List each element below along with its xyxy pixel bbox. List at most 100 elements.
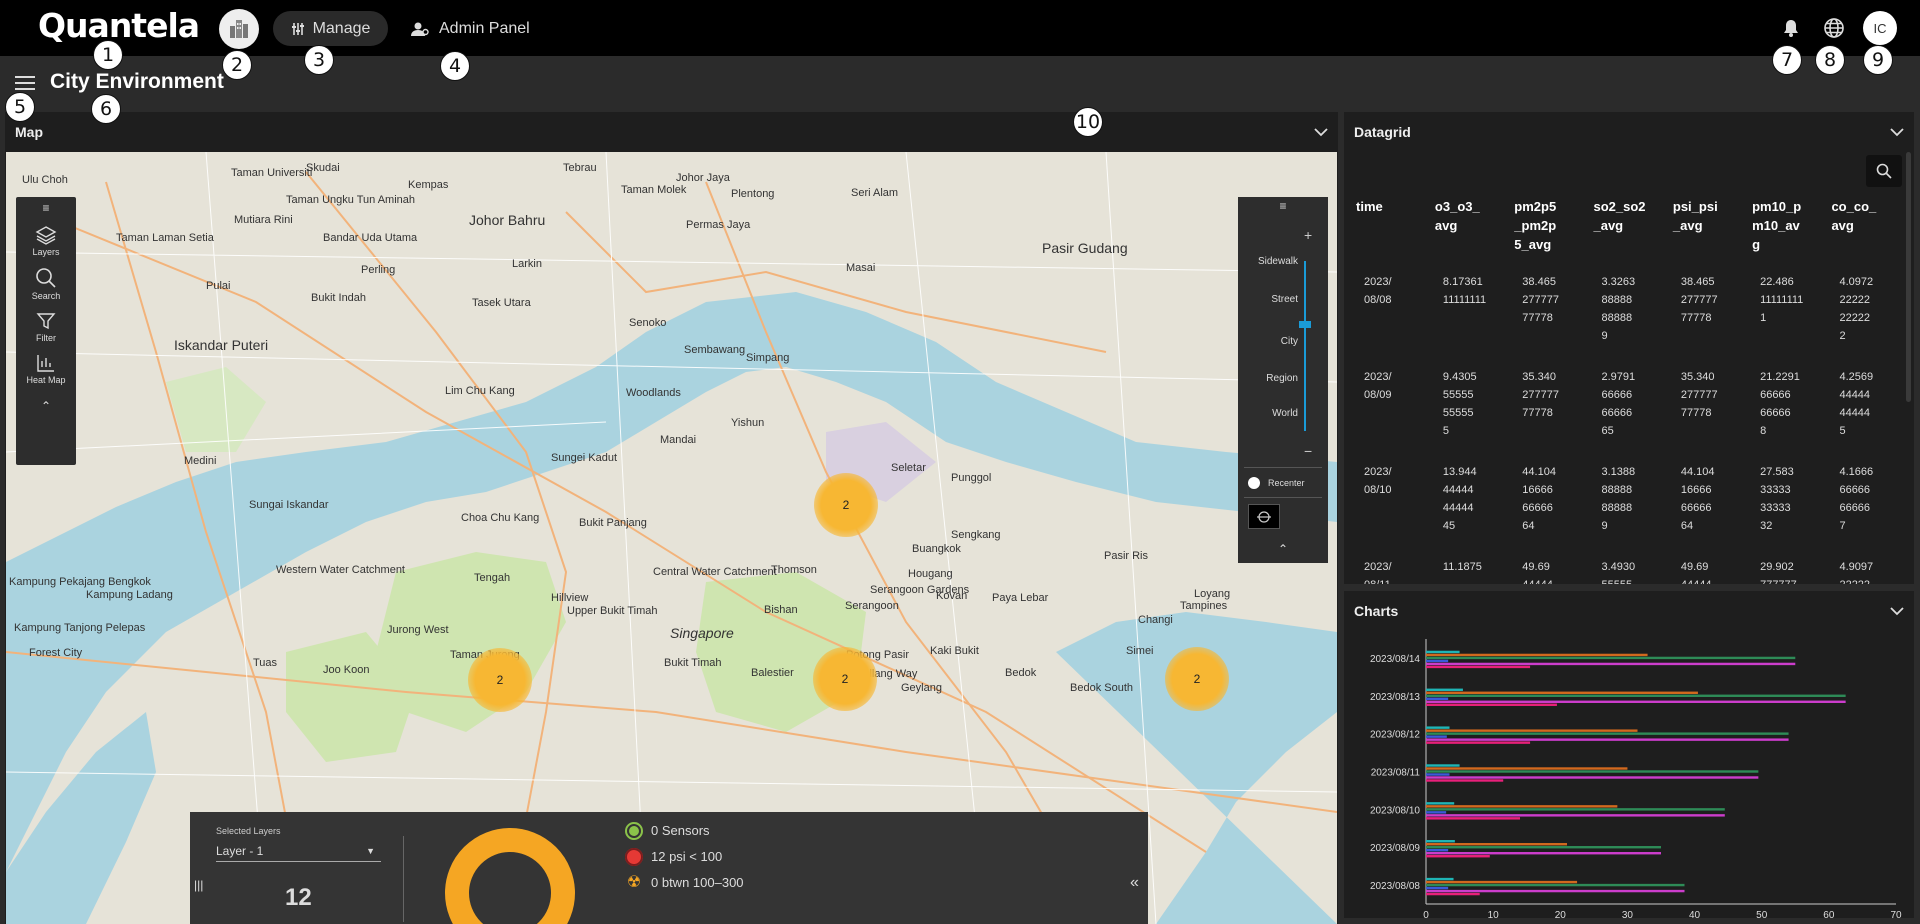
column-header[interactable]: pm10_p m10_av g: [1748, 197, 1827, 268]
chart-bar: [1426, 738, 1789, 741]
filter-button[interactable]: Filter: [16, 311, 76, 343]
cluster-marker[interactable]: 2: [813, 647, 877, 711]
chart-bar: [1426, 741, 1531, 744]
table-cell: 38.465 277777 77778: [1522, 276, 1560, 324]
city-buildings-icon[interactable]: [219, 9, 259, 49]
recenter-button[interactable]: Recenter: [1248, 477, 1305, 489]
zoom-level-sidewalk[interactable]: Sidewalk: [1258, 257, 1298, 267]
zoom-menu-icon[interactable]: ≡: [1238, 199, 1328, 213]
zoom-toolbar: ≡ + − Sidewalk Street City Region World …: [1238, 197, 1328, 563]
column-header[interactable]: so2_so2 _avg: [1589, 197, 1668, 268]
map-place-label: Tasek Utara: [472, 297, 531, 309]
chart-bar: [1426, 656, 1796, 660]
map-place-label: Kempas: [408, 179, 449, 191]
map-place-label: Sembawang: [684, 344, 746, 356]
table-cell: 4.2569 44444 44444 5: [1839, 371, 1874, 437]
zoom-in-button[interactable]: +: [1304, 227, 1312, 243]
admin-panel-button[interactable]: Admin Panel: [411, 11, 530, 46]
table-cell: 27.583 33333 33333 32: [1760, 466, 1794, 532]
column-header[interactable]: time: [1352, 197, 1431, 268]
layer-select[interactable]: Layer - 1 ▼: [216, 840, 381, 862]
map-place-label: Senoko: [629, 317, 667, 329]
table-cell: 49.69 44444 44444: [1680, 561, 1712, 584]
map-place-label: Simei: [1126, 645, 1154, 657]
chevron-down-icon[interactable]: [1890, 606, 1904, 616]
cluster-count: 2: [1193, 672, 1201, 686]
map-panel-header: Map: [5, 112, 1338, 152]
column-header[interactable]: co_co_ avg: [1827, 197, 1897, 268]
column-header[interactable]: o3_o3_ avg: [1431, 197, 1510, 268]
map-canvas[interactable]: Skudai Taman Universiti Kempas Tebrau Taman …: [6, 152, 1337, 924]
search-button[interactable]: Search: [16, 267, 76, 301]
zoom-level-street[interactable]: Street: [1258, 295, 1298, 305]
chart-bar: [1426, 732, 1789, 735]
chart-bar: [1426, 840, 1455, 843]
chevron-down-icon[interactable]: [1314, 127, 1328, 137]
annotation-marker-4: 4: [440, 51, 470, 81]
chart-bar: [1426, 688, 1463, 691]
annotation-marker-1: 1: [93, 40, 123, 70]
zoom-level-region[interactable]: Region: [1258, 374, 1298, 384]
cluster-marker[interactable]: 2: [1165, 647, 1229, 711]
avatar[interactable]: IC: [1863, 11, 1897, 45]
table-row[interactable]: 2023/ 08/10 13.944 44444 44444 45 44.104 1…: [1352, 458, 1897, 553]
map-place-label: Buangkok: [912, 543, 961, 555]
map-place-label: Hougang: [908, 568, 953, 580]
layers-button[interactable]: Layers: [16, 225, 76, 257]
zoom-level-world[interactable]: World: [1258, 409, 1298, 419]
cluster-count: 2: [496, 673, 504, 687]
search-icon: [36, 268, 56, 288]
manage-label: Manage: [312, 19, 371, 37]
table-cell: 35.340 277777 77778: [1680, 371, 1718, 419]
cluster-count: 2: [842, 498, 850, 512]
bell-icon[interactable]: [1777, 14, 1805, 42]
cluster-marker[interactable]: 2: [814, 473, 878, 537]
map-style-thumbnail[interactable]: [1248, 504, 1280, 529]
map-place-label: Ulu Choh: [22, 174, 68, 186]
map-place-label: Taman Laman Setia: [116, 232, 214, 244]
map-place-label: Yishun: [731, 417, 765, 429]
column-header[interactable]: psi_psi _avg: [1669, 197, 1748, 268]
chart-bar: [1426, 776, 1759, 779]
chart-bar: [1426, 650, 1460, 654]
datagrid-scrollbar[interactable]: [1906, 152, 1911, 402]
zoom-level-city[interactable]: City: [1258, 337, 1298, 347]
zoom-track[interactable]: [1304, 261, 1306, 431]
zoom-slider-handle[interactable]: [1299, 321, 1311, 328]
legend-item-psi: 12 psi < 100: [625, 844, 744, 870]
chart-bar: [1426, 767, 1628, 770]
collapse-left-icon[interactable]: «: [1130, 874, 1139, 892]
table-row[interactable]: 2023/ 08/08 8.17361 11111111 38.465 277777…: [1352, 268, 1897, 363]
globe-icon[interactable]: [1820, 14, 1848, 42]
map-place-label: Larkin: [512, 258, 542, 270]
table-cell: 2023/ 08/09: [1364, 371, 1392, 401]
donut-chart: [445, 828, 575, 924]
zoom-out-button[interactable]: −: [1304, 443, 1312, 459]
toolbar-menu-icon[interactable]: ≡: [16, 201, 76, 215]
collapse-up-icon[interactable]: ⌃: [16, 399, 76, 413]
map-place-label: Pulai: [206, 280, 231, 292]
menu-icon[interactable]: [15, 73, 35, 91]
map-place-label: Mutiara Rini: [234, 214, 293, 226]
heat-map-button[interactable]: Heat Map: [16, 353, 76, 385]
category-label: 2023/08/11: [1371, 768, 1421, 779]
manage-button[interactable]: Manage: [273, 11, 388, 46]
chart-bar: [1426, 889, 1685, 893]
cluster-marker[interactable]: 2: [468, 648, 532, 712]
map-place-label: Bandar Uda Utama: [323, 232, 418, 244]
collapse-up-icon[interactable]: ⌃: [1278, 542, 1288, 556]
category-label: 2023/08/08: [1370, 881, 1420, 892]
table-row[interactable]: 2023/ 08/09 9.4305 55555 55555 5 35.340 27…: [1352, 363, 1897, 458]
sensor-legend: 0 Sensors 12 psi < 100 ☢ 0 btwn 100–300: [625, 818, 744, 896]
logo[interactable]: Quantela: [38, 6, 200, 45]
table-cell: 49.69 44444 44444: [1522, 561, 1553, 584]
column-header[interactable]: pm2p5 _pm2p 5_avg: [1510, 197, 1589, 268]
map-left-toolbar: ≡ Layers Search Filter Heat Map ⌃: [16, 197, 76, 465]
cluster-count: 2: [841, 672, 849, 686]
map-place-label: Sungei Kadut: [551, 452, 618, 464]
chart-bar: [1426, 779, 1504, 782]
table-row[interactable]: 2023/ 08/11 11.1875 49.69 44444 44444 3.493…: [1352, 553, 1897, 584]
map-place-label: Kaki Bukit: [930, 645, 979, 657]
annotation-marker-6: 6: [91, 94, 121, 124]
drag-handle-icon[interactable]: |||: [194, 878, 203, 892]
